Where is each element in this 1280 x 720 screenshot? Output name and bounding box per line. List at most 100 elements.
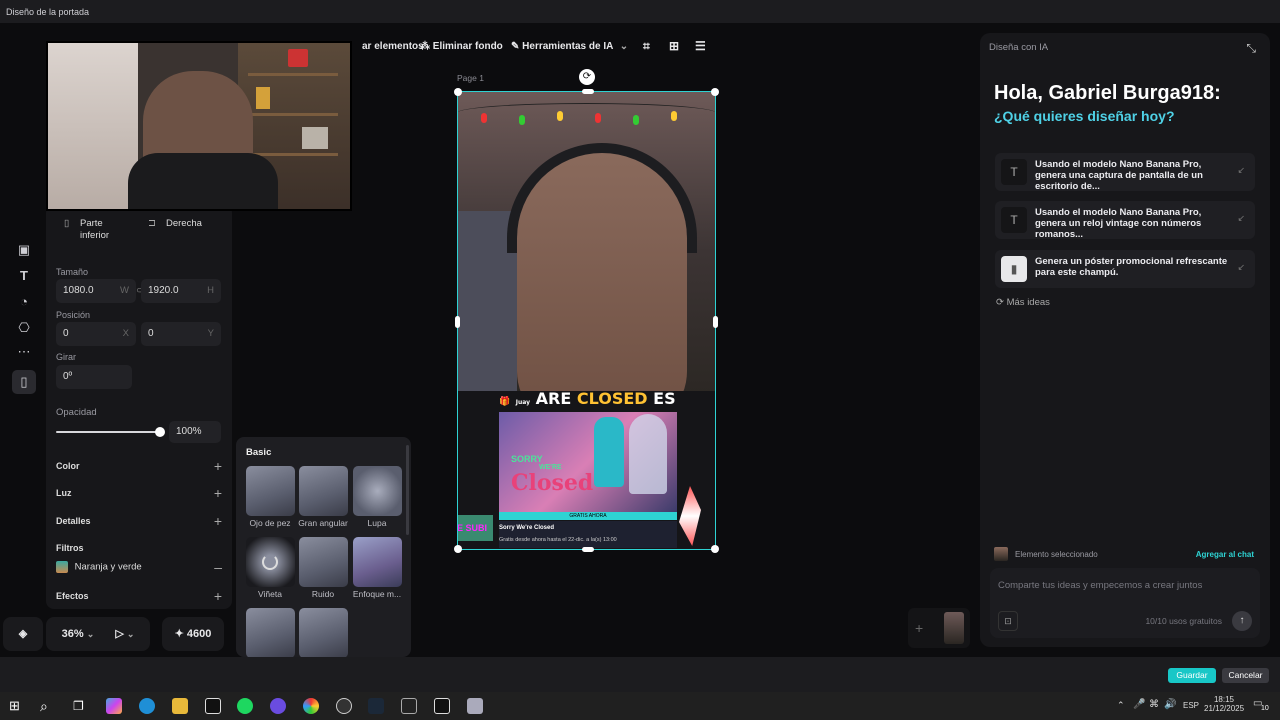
- selection-frame[interactable]: [454, 88, 719, 553]
- volume-icon[interactable]: 🔊: [1164, 699, 1176, 710]
- width-input[interactable]: 1080.0 W: [56, 279, 136, 303]
- ai-tools-button[interactable]: ✎ Herramientas de IA ⌄: [511, 41, 628, 52]
- resize-handle-tr[interactable]: [711, 88, 719, 96]
- filter-thumb-more-1[interactable]: [246, 608, 295, 657]
- resize-handle-top[interactable]: [582, 89, 594, 94]
- replace-icon[interactable]: ⊞: [669, 39, 679, 53]
- steam-icon[interactable]: [368, 698, 384, 714]
- shapes-tool-icon[interactable]: ◔: [16, 294, 32, 310]
- filter-thumb-magnifier[interactable]: [353, 466, 402, 516]
- pointer-icon[interactable]: ▷: [115, 628, 123, 640]
- filter-thumb-fisheye[interactable]: [246, 466, 295, 516]
- zoom-control[interactable]: 36% ⌄ ▷ ⌄: [46, 617, 150, 651]
- cancel-button[interactable]: Cancelar: [1222, 668, 1269, 683]
- shampoo-image-icon: ▮: [1001, 256, 1027, 282]
- collapse-icon[interactable]: ⤡: [1246, 41, 1256, 56]
- filter-thumb-noise[interactable]: [299, 537, 348, 587]
- light-section[interactable]: Luz +: [56, 485, 222, 501]
- search-icon[interactable]: ⌕: [40, 698, 56, 714]
- ai-question: ¿Qué quieres diseñar hoy?: [994, 108, 1175, 124]
- x-input[interactable]: 0 X: [56, 322, 136, 346]
- resize-handle-right[interactable]: [713, 316, 718, 328]
- rotate-input[interactable]: 0º: [56, 365, 132, 389]
- filter-label-noise: Ruido: [311, 589, 335, 599]
- spotify-icon[interactable]: [237, 698, 253, 714]
- suggestion-3-text: Genera un póster promocional refrescante…: [1035, 256, 1228, 278]
- network-icon[interactable]: ⌘: [1149, 699, 1159, 710]
- size-label: Tamaño: [56, 267, 89, 277]
- suggestion-2[interactable]: T Usando el modelo Nano Banana Pro, gene…: [995, 201, 1255, 240]
- filter-thumb-more-2[interactable]: [299, 608, 348, 657]
- send-arrow-icon[interactable]: ↑: [1232, 611, 1252, 631]
- copilot-icon[interactable]: [106, 698, 122, 714]
- details-section[interactable]: Detalles +: [56, 513, 222, 529]
- height-suffix: H: [207, 285, 214, 296]
- capcut-2-icon[interactable]: [434, 698, 450, 714]
- text-suggestion-icon: T: [1001, 159, 1027, 185]
- color-add-icon[interactable]: +: [214, 458, 222, 474]
- resize-handle-tl[interactable]: [454, 88, 462, 96]
- suggestion-1-text: Usando el modelo Nano Banana Pro, genera…: [1035, 159, 1203, 192]
- microphone-icon[interactable]: 🎤: [1133, 699, 1145, 710]
- tray-chevron-icon[interactable]: ⌃: [1117, 700, 1125, 711]
- task-view-icon[interactable]: ❐: [73, 698, 89, 714]
- suggestion-3[interactable]: ▮ Genera un póster promocional refrescan…: [995, 250, 1255, 288]
- start-icon[interactable]: ⊞: [9, 698, 25, 714]
- add-to-chat-button[interactable]: Agregar al chat: [1196, 550, 1254, 559]
- attach-image-icon[interactable]: ⊡: [998, 611, 1018, 631]
- opacity-slider-knob[interactable]: [155, 427, 165, 437]
- effects-section[interactable]: Efectos +: [56, 588, 222, 604]
- webcam-overlay: [46, 41, 352, 211]
- more-ideas-button[interactable]: ⟳ Más ideas: [996, 297, 1050, 308]
- edge-icon[interactable]: [139, 698, 155, 714]
- selected-filter[interactable]: Naranja y verde –: [56, 559, 222, 575]
- filter-thumb-wide[interactable]: [299, 466, 348, 516]
- more-tools-icon[interactable]: ⋯: [16, 344, 32, 360]
- filters-section: Filtros: [56, 543, 222, 553]
- clock[interactable]: 18:15 21/12/2025: [1204, 695, 1244, 713]
- image-tool-icon[interactable]: ▣: [16, 242, 32, 258]
- filter-thumb-focus[interactable]: [353, 537, 402, 587]
- layout-tool-icon[interactable]: ▯: [12, 370, 36, 394]
- suggestion-1[interactable]: T Usando el modelo Nano Banana Pro, gene…: [995, 153, 1255, 192]
- pointer-chevron-icon: ⌄: [126, 629, 135, 639]
- remove-background-button[interactable]: ⁂ Eliminar fondo: [420, 41, 503, 52]
- resize-handle-br[interactable]: [711, 545, 719, 553]
- crop-icon[interactable]: ⌗: [643, 39, 650, 54]
- obs-icon[interactable]: [270, 698, 286, 714]
- resize-handle-left[interactable]: [455, 316, 460, 328]
- epic-games-icon[interactable]: [401, 698, 417, 714]
- app-icon[interactable]: [336, 698, 352, 714]
- effects-section-label: Efectos: [56, 591, 89, 601]
- layer-elements-button[interactable]: ar elementos: [362, 41, 424, 52]
- color-section[interactable]: Color +: [56, 458, 222, 474]
- page-thumbnail[interactable]: [944, 612, 964, 644]
- webcam-shirt: [128, 153, 278, 209]
- add-page-icon[interactable]: +: [915, 620, 923, 636]
- y-input[interactable]: 0 Y: [141, 322, 221, 346]
- resize-handle-bl[interactable]: [454, 545, 462, 553]
- app-2-icon[interactable]: [467, 698, 483, 714]
- filter-thumb-vignette[interactable]: [246, 537, 295, 587]
- credits-value: 4600: [186, 628, 212, 640]
- light-add-icon[interactable]: +: [214, 485, 222, 501]
- language-indicator[interactable]: ESP: [1183, 701, 1199, 710]
- credits-button[interactable]: ✦ 4600: [162, 617, 224, 651]
- layers-button[interactable]: ◈: [3, 617, 43, 651]
- file-explorer-icon[interactable]: [172, 698, 188, 714]
- effects-add-icon[interactable]: +: [214, 588, 222, 604]
- save-button[interactable]: Guardar: [1168, 668, 1216, 683]
- adjust-icon[interactable]: ☰: [695, 39, 706, 53]
- brand-tool-icon[interactable]: ⎔: [16, 320, 32, 336]
- chrome-icon[interactable]: [303, 698, 319, 714]
- filter-remove-icon[interactable]: –: [214, 559, 222, 575]
- details-add-icon[interactable]: +: [214, 513, 222, 529]
- opacity-input[interactable]: 100%: [169, 421, 221, 443]
- chat-input-box[interactable]: Comparte tus ideas y empecemos a crear j…: [990, 568, 1260, 638]
- height-input[interactable]: 1920.0 H: [141, 279, 221, 303]
- text-tool-icon[interactable]: T: [16, 268, 32, 284]
- opacity-slider-track[interactable]: [56, 427, 165, 437]
- resize-handle-bottom[interactable]: [582, 547, 594, 552]
- capcut-icon[interactable]: [205, 698, 221, 714]
- rotate-handle-icon[interactable]: ⟳: [579, 69, 595, 85]
